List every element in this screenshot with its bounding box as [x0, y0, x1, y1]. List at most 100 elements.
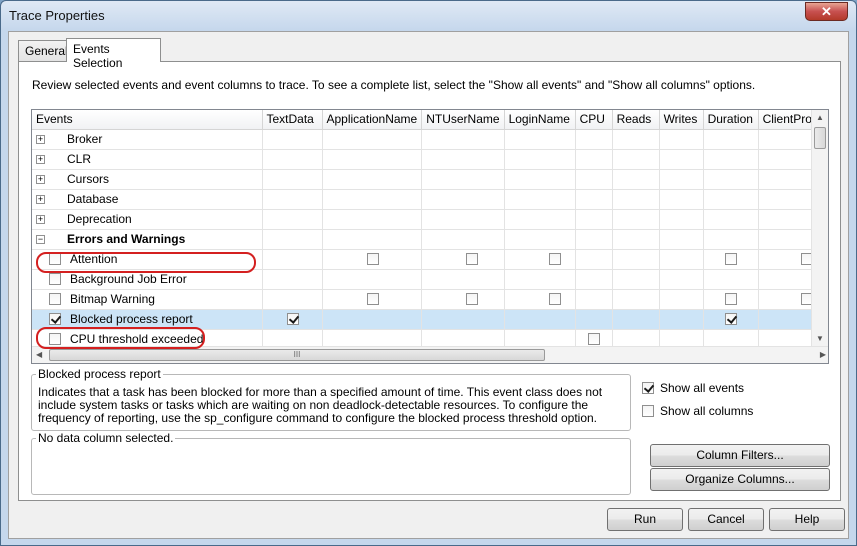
column-header[interactable]: Reads — [612, 110, 660, 130]
table-row[interactable]: + Database — [32, 189, 823, 210]
tab-general[interactable]: General — [18, 40, 68, 61]
column-filters-button[interactable]: Column Filters... — [650, 444, 830, 467]
grid-cell — [703, 249, 759, 270]
expand-icon[interactable]: + — [36, 154, 45, 164]
grid-cell — [504, 149, 576, 170]
column-header[interactable]: ApplicationName — [322, 110, 423, 130]
event-name-cell[interactable]: − Errors and Warnings — [32, 229, 263, 250]
grid-vertical-scrollbar[interactable]: ▲ ▼ — [811, 110, 828, 346]
table-row[interactable]: + Deprecation — [32, 209, 823, 230]
grid-cell — [575, 289, 613, 310]
run-button[interactable]: Run — [607, 508, 683, 531]
grid-cell — [322, 129, 423, 150]
column-header[interactable]: TextData — [262, 110, 323, 130]
column-checkbox[interactable] — [548, 292, 561, 305]
column-checkbox[interactable] — [587, 332, 600, 345]
show-all-columns-option[interactable]: Show all columns — [642, 404, 753, 418]
grid-cell — [659, 129, 704, 150]
grid-cell — [703, 149, 759, 170]
event-name-cell[interactable]: Blocked process report — [32, 309, 263, 330]
expand-icon[interactable]: + — [36, 174, 45, 184]
show-all-events-checkbox[interactable] — [642, 382, 654, 394]
window-title: Trace Properties — [9, 8, 105, 23]
event-category-label: Database — [67, 192, 119, 206]
collapse-icon[interactable]: − — [36, 234, 45, 244]
column-header[interactable]: CPU — [575, 110, 613, 130]
expand-icon[interactable]: + — [36, 194, 45, 204]
event-category-label: CLR — [67, 152, 92, 166]
grid-cell — [612, 189, 660, 210]
grid-cell — [262, 189, 323, 210]
grid-cell — [659, 169, 704, 190]
grid-cell — [659, 289, 704, 310]
column-checkbox[interactable] — [286, 312, 299, 325]
grid-cell — [421, 269, 505, 290]
column-header[interactable]: Duration — [703, 110, 759, 130]
column-checkbox[interactable] — [548, 252, 561, 265]
grid-cell — [703, 309, 759, 330]
scroll-right-icon[interactable]: ▶ — [820, 350, 826, 359]
column-checkbox[interactable] — [366, 292, 379, 305]
title-bar: Trace Properties ✕ — [1, 1, 856, 31]
event-checkbox[interactable] — [49, 293, 61, 305]
column-header[interactable]: LoginName — [504, 110, 576, 130]
column-checkbox[interactable] — [466, 252, 479, 265]
grid-cell — [575, 149, 613, 170]
horizontal-scroll-thumb[interactable]: III — [49, 349, 545, 361]
event-category-label: Errors and Warnings — [67, 232, 186, 246]
scroll-down-icon[interactable]: ▼ — [816, 334, 824, 343]
trace-properties-window: Trace Properties ✕ General Events Select… — [0, 0, 857, 546]
grid-cell — [322, 189, 423, 210]
event-label-wrapper: + Deprecation — [32, 210, 261, 229]
column-header[interactable]: Writes — [659, 110, 704, 130]
column-checkbox[interactable] — [366, 252, 379, 265]
event-name-cell[interactable]: + Database — [32, 189, 263, 210]
grid-cell — [262, 269, 323, 290]
table-row[interactable]: + Cursors — [32, 169, 823, 190]
grid-cell — [612, 229, 660, 250]
show-all-events-option[interactable]: Show all events — [642, 381, 744, 395]
cancel-button[interactable]: Cancel — [688, 508, 764, 531]
column-header[interactable]: NTUserName — [421, 110, 505, 130]
annotation-ellipse-errors-warnings — [36, 252, 256, 273]
organize-columns-button[interactable]: Organize Columns... — [650, 468, 830, 491]
event-checkbox[interactable] — [49, 313, 61, 325]
column-checkbox[interactable] — [724, 292, 737, 305]
grid-cell — [421, 209, 505, 230]
event-name-cell[interactable]: + Broker — [32, 129, 263, 150]
help-button[interactable]: Help — [769, 508, 845, 531]
event-label-wrapper: Bitmap Warning — [32, 290, 261, 309]
grid-cell — [659, 309, 704, 330]
tab-events-selection[interactable]: Events Selection — [66, 38, 161, 70]
column-header[interactable]: Events — [32, 110, 263, 130]
expand-icon[interactable]: + — [36, 214, 45, 224]
scroll-up-icon[interactable]: ▲ — [816, 113, 824, 122]
event-checkbox[interactable] — [49, 273, 61, 285]
grid-cell — [612, 209, 660, 230]
event-category-label: Broker — [67, 132, 103, 146]
event-name-cell[interactable]: + CLR — [32, 149, 263, 170]
grid-cell — [612, 289, 660, 310]
table-row[interactable]: + CLR — [32, 149, 823, 170]
grid-cell — [322, 269, 423, 290]
vertical-scroll-thumb[interactable] — [814, 127, 826, 149]
close-window-button[interactable]: ✕ — [805, 2, 848, 21]
grid-header-row: Events TextData ApplicationName NTUserName L… — [32, 110, 823, 130]
grid-cell — [504, 229, 576, 250]
grid-cell — [421, 309, 505, 330]
table-row[interactable]: + Broker — [32, 129, 823, 150]
table-row[interactable]: − Errors and Warnings — [32, 229, 823, 250]
grid-cell — [322, 289, 423, 310]
grid-cell — [612, 149, 660, 170]
column-checkbox[interactable] — [724, 252, 737, 265]
table-row[interactable]: Bitmap Warning — [32, 289, 823, 310]
expand-icon[interactable]: + — [36, 134, 45, 144]
table-row[interactable]: Blocked process report — [32, 309, 823, 330]
column-checkbox[interactable] — [724, 312, 737, 325]
event-name-cell[interactable]: Bitmap Warning — [32, 289, 263, 310]
column-checkbox[interactable] — [466, 292, 479, 305]
event-name-cell[interactable]: + Cursors — [32, 169, 263, 190]
scroll-left-icon[interactable]: ◀ — [36, 350, 42, 359]
show-all-columns-checkbox[interactable] — [642, 405, 654, 417]
event-name-cell[interactable]: + Deprecation — [32, 209, 263, 230]
